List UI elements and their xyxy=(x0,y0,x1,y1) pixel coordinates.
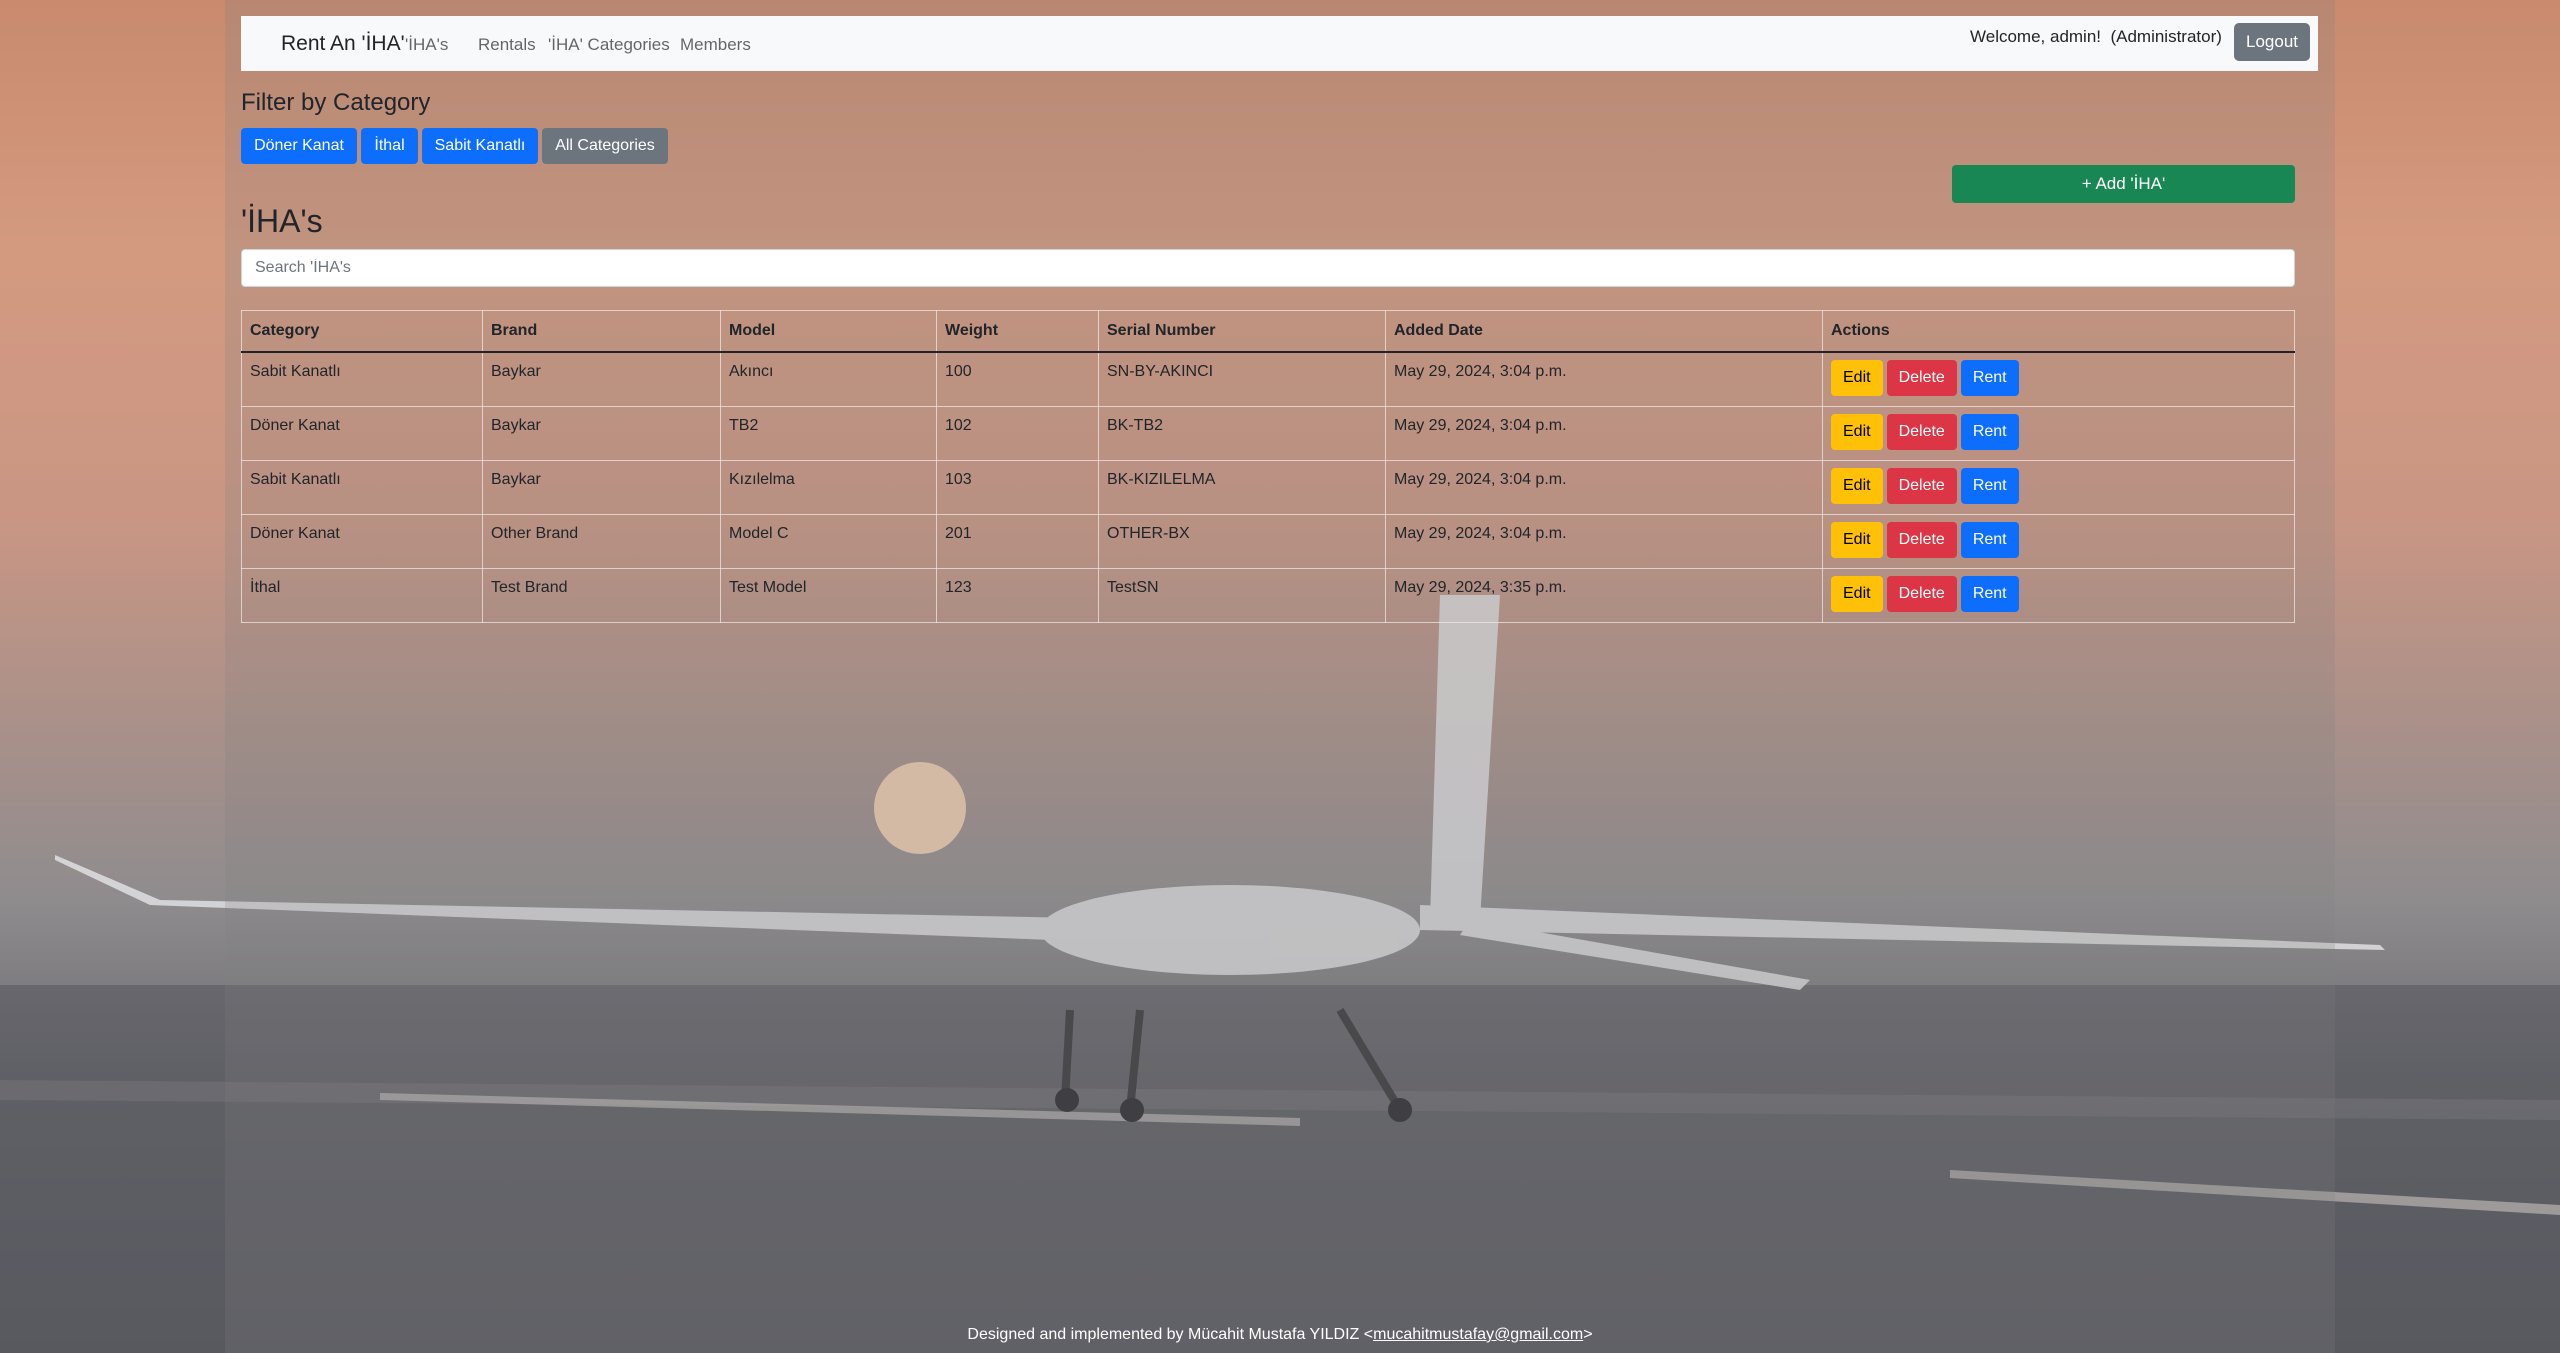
cell-category: Döner Kanat xyxy=(241,405,483,461)
rent-button[interactable]: Rent xyxy=(1960,360,2019,396)
edit-button[interactable]: Edit xyxy=(1831,413,1883,450)
cell-category: Sabit Kanatlı xyxy=(241,459,483,515)
edit-button[interactable]: Edit xyxy=(1831,360,1883,396)
page-title: 'İHA's xyxy=(241,203,323,239)
table-header-row: Category Brand Model Weight Serial Numbe… xyxy=(241,310,2295,353)
cell-added-date: May 29, 2024, 3:35 p.m. xyxy=(1385,567,1823,623)
nav-link-ihas[interactable]: 'İHA's xyxy=(405,35,448,55)
search-input[interactable] xyxy=(241,249,2295,287)
cell-weight: 100 xyxy=(936,351,1099,407)
cell-serial-number: OTHER-BX xyxy=(1098,513,1386,569)
cell-model: Akıncı xyxy=(720,351,937,407)
cell-brand: Test Brand xyxy=(482,567,721,623)
delete-button[interactable]: Delete xyxy=(1886,521,1957,558)
main-container: Rent An 'İHA' 'İHA's Rentals 'İHA' Categ… xyxy=(225,0,2335,1353)
cell-actions: Edit Delete Rent xyxy=(1822,513,2295,569)
cell-added-date: May 29, 2024, 3:04 p.m. xyxy=(1385,405,1823,461)
edit-button[interactable]: Edit xyxy=(1831,467,1883,504)
cell-serial-number: SN-BY-AKINCI xyxy=(1098,351,1386,407)
header-weight: Weight xyxy=(936,310,1099,353)
header-serial-number: Serial Number xyxy=(1098,310,1386,353)
cell-category: Sabit Kanatlı xyxy=(241,351,483,407)
filter-title: Filter by Category xyxy=(241,89,431,116)
delete-button[interactable]: Delete xyxy=(1886,360,1957,396)
table-row: İthal Test Brand Test Model 123 TestSN M… xyxy=(241,567,2295,623)
cell-model: Kızılelma xyxy=(720,459,937,515)
cell-model: Test Model xyxy=(720,567,937,623)
add-iha-button[interactable]: + Add 'İHA' xyxy=(1952,165,2295,203)
cell-serial-number: BK-KIZILELMA xyxy=(1098,459,1386,515)
delete-button[interactable]: Delete xyxy=(1886,467,1957,504)
rent-button[interactable]: Rent xyxy=(1960,575,2019,612)
navbar: Rent An 'İHA' 'İHA's Rentals 'İHA' Categ… xyxy=(241,16,2318,71)
cell-added-date: May 29, 2024, 3:04 p.m. xyxy=(1385,459,1823,515)
nav-link-rentals[interactable]: Rentals xyxy=(478,35,536,55)
filter-doner-kanat-button[interactable]: Döner Kanat xyxy=(241,128,357,164)
footer-email-link[interactable]: mucahitmustafay@gmail.com xyxy=(1373,1326,1583,1343)
footer-suffix: > xyxy=(1583,1326,1593,1343)
table-row: Sabit Kanatlı Baykar Akıncı 100 SN-BY-AK… xyxy=(241,351,2295,407)
cell-category: İthal xyxy=(241,567,483,623)
cell-category: Döner Kanat xyxy=(241,513,483,569)
cell-model: Model C xyxy=(720,513,937,569)
cell-added-date: May 29, 2024, 3:04 p.m. xyxy=(1385,513,1823,569)
welcome-text: Welcome, admin! (Administrator) xyxy=(1970,27,2222,46)
table-row: Döner Kanat Other Brand Model C 201 OTHE… xyxy=(241,513,2295,569)
delete-button[interactable]: Delete xyxy=(1886,575,1957,612)
filter-sabit-kanatli-button[interactable]: Sabit Kanatlı xyxy=(422,128,538,164)
logout-button[interactable]: Logout xyxy=(2234,23,2310,61)
rent-button[interactable]: Rent xyxy=(1960,413,2019,450)
header-brand: Brand xyxy=(482,310,721,353)
header-added-date: Added Date xyxy=(1385,310,1823,353)
cell-weight: 201 xyxy=(936,513,1099,569)
cell-actions: Edit Delete Rent xyxy=(1822,459,2295,515)
header-actions: Actions xyxy=(1822,310,2295,353)
header-category: Category xyxy=(241,310,483,353)
cell-brand: Other Brand xyxy=(482,513,721,569)
cell-actions: Edit Delete Rent xyxy=(1822,567,2295,623)
footer: Designed and implemented by Mücahit Must… xyxy=(225,1326,2335,1344)
nav-link-members[interactable]: Members xyxy=(680,35,751,55)
edit-button[interactable]: Edit xyxy=(1831,521,1883,558)
table-row: Sabit Kanatlı Baykar Kızılelma 103 BK-KI… xyxy=(241,459,2295,515)
rent-button[interactable]: Rent xyxy=(1960,467,2019,504)
cell-model: TB2 xyxy=(720,405,937,461)
navbar-brand[interactable]: Rent An 'İHA' xyxy=(281,32,405,56)
table-row: Döner Kanat Baykar TB2 102 BK-TB2 May 29… xyxy=(241,405,2295,461)
cell-actions: Edit Delete Rent xyxy=(1822,405,2295,461)
cell-brand: Baykar xyxy=(482,351,721,407)
nav-link-categories[interactable]: 'İHA' Categories xyxy=(548,35,670,55)
filter-ithal-button[interactable]: İthal xyxy=(361,128,418,164)
cell-serial-number: BK-TB2 xyxy=(1098,405,1386,461)
cell-weight: 102 xyxy=(936,405,1099,461)
edit-button[interactable]: Edit xyxy=(1831,575,1883,612)
cell-actions: Edit Delete Rent xyxy=(1822,351,2295,407)
filter-all-categories-button[interactable]: All Categories xyxy=(542,128,668,164)
cell-weight: 123 xyxy=(936,567,1099,623)
header-model: Model xyxy=(720,310,937,353)
cell-brand: Baykar xyxy=(482,459,721,515)
cell-serial-number: TestSN xyxy=(1098,567,1386,623)
cell-weight: 103 xyxy=(936,459,1099,515)
footer-text: Designed and implemented by Mücahit Must… xyxy=(967,1326,1374,1343)
rent-button[interactable]: Rent xyxy=(1960,521,2019,558)
iha-table: Category Brand Model Weight Serial Numbe… xyxy=(241,310,2295,623)
delete-button[interactable]: Delete xyxy=(1886,413,1957,450)
cell-added-date: May 29, 2024, 3:04 p.m. xyxy=(1385,351,1823,407)
cell-brand: Baykar xyxy=(482,405,721,461)
